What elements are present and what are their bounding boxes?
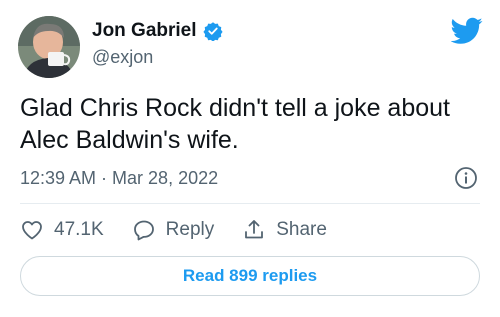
info-icon[interactable] [454, 166, 478, 190]
share-icon [245, 220, 264, 239]
heart-icon [22, 221, 42, 240]
read-replies-button[interactable]: Read 899 replies [20, 256, 480, 296]
tweet-card: Jon Gabriel @exjon Glad Chris Rock didn'… [0, 0, 500, 317]
like-count: 47.1K [54, 219, 104, 240]
like-button[interactable]: 47.1K [20, 218, 104, 242]
tweet-actions: 47.1K Reply Share [20, 215, 355, 245]
author-name[interactable]: Jon Gabriel [92, 20, 197, 42]
reply-icon [133, 220, 154, 241]
reply-button[interactable]: Reply [132, 218, 215, 242]
reply-label: Reply [165, 219, 215, 240]
divider [20, 203, 480, 204]
author-handle[interactable]: @exjon [92, 47, 153, 68]
twitter-bird-icon[interactable] [451, 17, 483, 45]
share-button[interactable]: Share [242, 218, 327, 242]
tweet-timestamp[interactable]: 12:39 AM · Mar 28, 2022 [20, 168, 218, 189]
avatar[interactable] [18, 16, 80, 78]
share-label: Share [276, 219, 327, 240]
author-name-row[interactable]: Jon Gabriel [92, 20, 223, 42]
verified-badge-icon [202, 22, 223, 41]
tweet-text: Glad Chris Rock didn't tell a joke about… [20, 94, 450, 154]
